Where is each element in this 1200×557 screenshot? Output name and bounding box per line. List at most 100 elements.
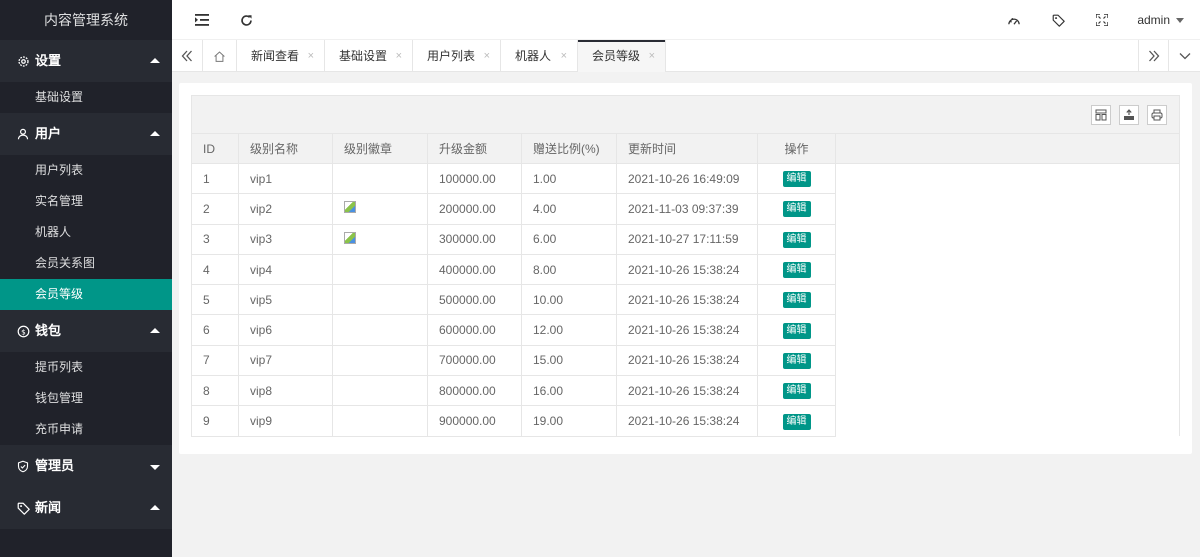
close-icon[interactable]: × [561, 40, 567, 72]
table-row: 4 vip4 400000.00 8.00 2021-10-26 15:38:24 编辑 [191, 253, 1180, 286]
sidebar: 内容管理系统 设置 基础设置 用户 用户列表 实名管理 机器人 会员关系图 会员… [0, 0, 172, 557]
tab-basic-settings[interactable]: 基础设置 × [325, 40, 413, 72]
close-icon[interactable]: × [649, 40, 655, 72]
tab-label: 基础设置 [339, 49, 388, 63]
user-name: admin [1137, 13, 1170, 27]
chevron-up-icon [150, 328, 160, 333]
table-header-row: ID 级别名称 级别徽章 升级金额 赠送比例(%) 更新时间 操作 [191, 133, 1180, 164]
cell-id: 7 [191, 344, 239, 377]
cell-updated: 2021-10-26 16:49:09 [616, 162, 758, 195]
sidebar-item-real-name[interactable]: 实名管理 [0, 186, 172, 217]
tabs-menu-chevron-down-icon[interactable] [1169, 40, 1200, 72]
export-icon[interactable] [1119, 105, 1139, 125]
cell-badge [332, 253, 428, 286]
cell-ratio: 12.00 [521, 314, 617, 346]
sidebar-item-member-graph[interactable]: 会员关系图 [0, 248, 172, 279]
cell-id: 2 [191, 193, 239, 225]
fullscreen-icon[interactable] [1092, 0, 1112, 40]
tabs-scroll-right-icon[interactable] [1138, 40, 1169, 72]
sidebar-item-deposit-apply[interactable]: 充币申请 [0, 414, 172, 445]
cell-updated: 2021-11-03 09:37:39 [616, 193, 758, 225]
close-icon[interactable]: × [396, 40, 402, 72]
row-filler [835, 284, 1180, 315]
cell-name: vip1 [238, 162, 333, 195]
column-header-id[interactable]: ID [191, 133, 239, 164]
cell-amount: 600000.00 [427, 314, 522, 346]
nav-group-title-users[interactable]: 用户 [0, 113, 172, 155]
cell-id: 3 [191, 223, 239, 255]
user-menu[interactable]: admin [1137, 0, 1184, 40]
close-icon[interactable]: × [308, 40, 314, 72]
cell-amount: 300000.00 [427, 223, 522, 255]
tab-label: 机器人 [515, 49, 552, 63]
tab-user-list[interactable]: 用户列表 × [413, 40, 501, 72]
tab-news-view[interactable]: 新闻查看 × [237, 40, 325, 72]
sidebar-item-basic-settings[interactable]: 基础设置 [0, 82, 172, 113]
print-icon[interactable] [1147, 105, 1167, 125]
edit-button[interactable]: 编辑 [782, 171, 811, 188]
nav-group-admins: 管理员 [0, 445, 172, 487]
nav-group-title-settings[interactable]: 设置 [0, 40, 172, 82]
row-filler [835, 375, 1180, 406]
cell-updated: 2021-10-26 15:38:24 [616, 284, 758, 316]
cell-amount: 200000.00 [427, 193, 522, 225]
nav-group-label: 新闻 [35, 500, 62, 515]
edit-button[interactable]: 编辑 [782, 262, 811, 279]
edit-button[interactable]: 编辑 [782, 322, 811, 339]
user-icon [16, 113, 30, 155]
edit-button[interactable]: 编辑 [782, 231, 811, 248]
cell-updated: 2021-10-26 15:38:24 [616, 375, 758, 407]
tab-label: 新闻查看 [251, 49, 300, 63]
nav-group-title-admins[interactable]: 管理员 [0, 445, 172, 487]
sidebar-item-robots[interactable]: 机器人 [0, 217, 172, 248]
row-filler [835, 224, 1180, 255]
column-header-updated[interactable]: 更新时间 [616, 133, 758, 164]
table-toolbar [191, 95, 1180, 133]
columns-icon[interactable] [1091, 105, 1111, 125]
home-icon[interactable] [203, 40, 237, 72]
cell-badge [332, 314, 428, 346]
cell-ratio: 15.00 [521, 344, 617, 377]
menu-toggle-icon[interactable] [192, 0, 212, 40]
close-icon[interactable]: × [484, 40, 490, 72]
chevron-up-icon [150, 58, 160, 63]
column-header-amount[interactable]: 升级金额 [427, 133, 522, 164]
sidebar-item-member-level[interactable]: 会员等级 [0, 279, 172, 310]
chevron-up-icon [150, 505, 160, 510]
column-header-ratio[interactable]: 赠送比例(%) [521, 133, 617, 164]
cell-actions: 编辑 [757, 375, 836, 407]
edit-button[interactable]: 编辑 [782, 413, 811, 430]
edit-button[interactable]: 编辑 [782, 201, 811, 218]
sidebar-item-wallet-manage[interactable]: 钱包管理 [0, 383, 172, 414]
sidebar-item-user-list[interactable]: 用户列表 [0, 155, 172, 186]
theme-icon[interactable] [1004, 0, 1024, 40]
edit-button[interactable]: 编辑 [782, 292, 811, 309]
coin-icon: $ [16, 310, 30, 352]
column-header-badge[interactable]: 级别徽章 [332, 133, 428, 164]
top-header: admin [172, 0, 1200, 40]
row-filler [835, 163, 1180, 194]
edit-button[interactable]: 编辑 [782, 383, 811, 400]
tab-robots[interactable]: 机器人 × [501, 40, 578, 72]
nav-sub-settings: 基础设置 [0, 82, 172, 113]
table-row: 9 vip9 900000.00 19.00 2021-10-26 15:38:24 编辑 [191, 405, 1180, 437]
tag-icon[interactable] [1048, 0, 1068, 40]
tab-label: 用户列表 [427, 49, 476, 63]
chevron-down-icon [150, 465, 160, 470]
table-row: 2 vip2 200000.00 4.00 2021-11-03 09:37:39 编辑 [191, 193, 1180, 225]
cell-badge [332, 284, 428, 316]
sidebar-item-withdraw-list[interactable]: 提币列表 [0, 352, 172, 383]
caret-down-icon [1176, 18, 1184, 24]
row-filler [835, 345, 1180, 376]
nav-group-title-wallet[interactable]: $ 钱包 [0, 310, 172, 352]
tabs-scroll-left-icon[interactable] [172, 40, 203, 72]
gear-icon [16, 40, 30, 82]
column-header-name[interactable]: 级别名称 [238, 133, 333, 164]
edit-button[interactable]: 编辑 [782, 352, 811, 369]
cell-amount: 500000.00 [427, 284, 522, 316]
cell-name: vip6 [238, 314, 333, 346]
refresh-icon[interactable] [236, 0, 256, 40]
tab-member-level[interactable]: 会员等级 × [578, 40, 666, 72]
cell-name: vip8 [238, 375, 333, 407]
nav-group-title-news[interactable]: 新闻 [0, 487, 172, 529]
